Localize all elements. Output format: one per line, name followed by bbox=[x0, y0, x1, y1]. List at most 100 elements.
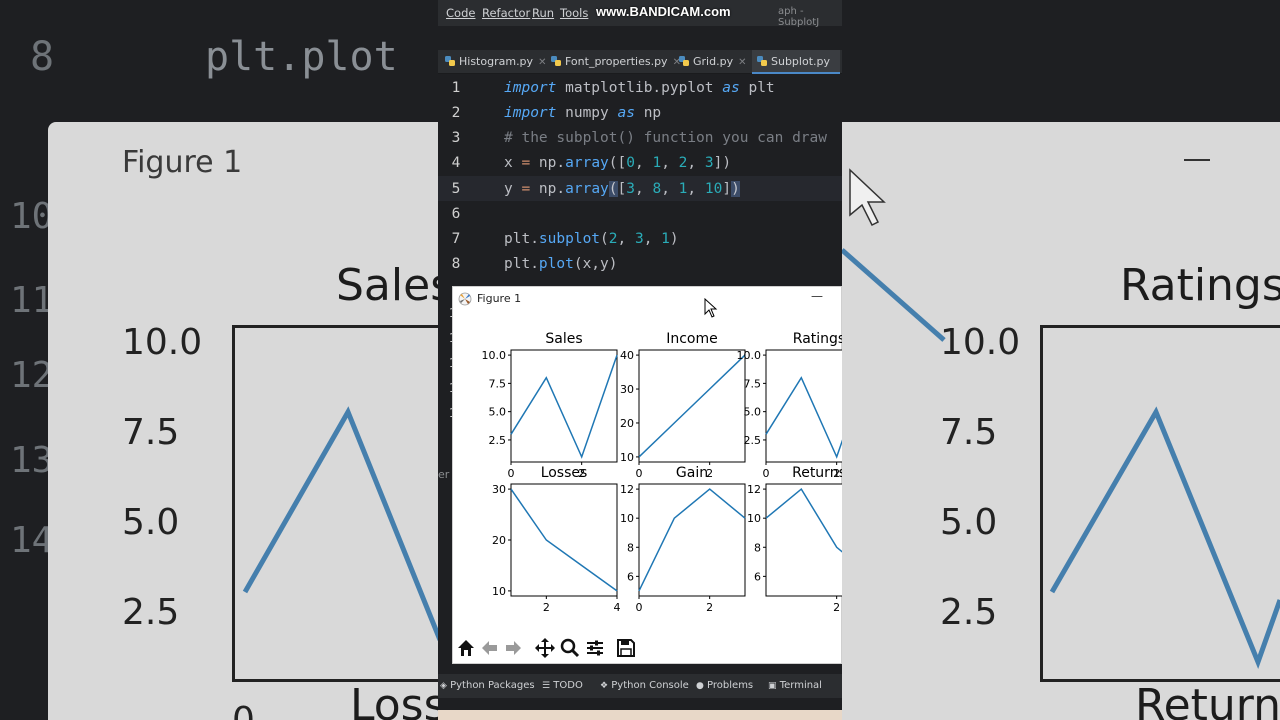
y-tick-label: 10.0 bbox=[482, 349, 507, 362]
line-number: 6 bbox=[451, 206, 461, 222]
y-tick-label: 40 bbox=[620, 349, 634, 362]
y-tick-label: 30 bbox=[492, 483, 506, 496]
todo-tab[interactable]: ☰ TODO bbox=[542, 680, 583, 691]
save-floppy-icon[interactable] bbox=[613, 635, 639, 661]
close-icon[interactable]: ✕ bbox=[738, 57, 746, 68]
line-number: 4 bbox=[451, 155, 461, 171]
line-number: 8 bbox=[451, 256, 461, 272]
y-tick-label: 10 bbox=[747, 512, 761, 525]
menu-code[interactable]: Code bbox=[446, 6, 475, 20]
x-tick-label: 0 bbox=[763, 467, 770, 480]
line-number: 5 bbox=[451, 181, 461, 197]
y-tick-label: 7.5 bbox=[489, 377, 507, 390]
tool-window-label: Problems bbox=[707, 680, 754, 691]
x-tick-label: 0 bbox=[508, 467, 515, 480]
x-tick-label: 2 bbox=[833, 601, 840, 614]
code-line: # the subplot() function you can draw bbox=[504, 130, 828, 146]
menu-run[interactable]: Run bbox=[532, 6, 554, 20]
axes-frame bbox=[638, 483, 746, 597]
tool-window-label: Terminal bbox=[779, 680, 822, 691]
tab-grid[interactable]: Grid.py ✕ bbox=[678, 50, 746, 74]
axes-frame bbox=[510, 349, 618, 463]
tool-window-label: TODO bbox=[553, 680, 583, 691]
configure-subplots-icon[interactable] bbox=[582, 635, 608, 661]
python-file-icon bbox=[679, 56, 689, 66]
tab-label: Grid.py bbox=[693, 55, 734, 68]
terminal-tab[interactable]: ▣ Terminal bbox=[768, 680, 822, 691]
close-icon[interactable]: ✕ bbox=[538, 57, 546, 68]
figure-title-bar: Figure 1 — bbox=[453, 287, 842, 311]
python-file-icon bbox=[757, 56, 767, 66]
y-tick-label: 7.5 bbox=[744, 377, 762, 390]
code-line: plt.plot(x,y) bbox=[504, 256, 618, 272]
y-tick-label: 12 bbox=[747, 483, 761, 496]
figure-title: Figure 1 bbox=[477, 292, 522, 305]
tab-font-properties[interactable]: Font_properties.py ✕ bbox=[550, 50, 681, 74]
code-line: plt.subplot(2, 3, 1) bbox=[504, 231, 679, 247]
x-tick-label: 0 bbox=[636, 601, 643, 614]
y-tick-label: 2.5 bbox=[744, 434, 762, 447]
console-icon: ❖ bbox=[600, 681, 609, 691]
screen: 8 plt.plot 10 11 12 13 14 Figure 1 Sales… bbox=[0, 0, 1280, 720]
axes-frame bbox=[765, 483, 842, 597]
subplot-title: Ratings bbox=[793, 331, 842, 347]
y-tick-label: 8 bbox=[627, 541, 634, 554]
tool-window-label: Python Packages bbox=[450, 680, 535, 691]
code-line: import numpy as np bbox=[504, 105, 662, 121]
subplot-title: Returns bbox=[792, 465, 842, 481]
tab-label: Histogram.py bbox=[459, 55, 534, 68]
y-tick-label: 20 bbox=[492, 534, 506, 547]
window-title-fragment: aph - SubplotJ bbox=[778, 6, 820, 28]
line-number: 2 bbox=[451, 105, 461, 121]
y-tick-label: 5.0 bbox=[744, 406, 762, 419]
y-tick-label: 10.0 bbox=[737, 349, 762, 362]
tab-histogram[interactable]: Histogram.py ✕ bbox=[444, 50, 546, 74]
python-file-icon bbox=[551, 56, 561, 66]
y-tick-label: 10 bbox=[620, 512, 634, 525]
console-fragment: er bbox=[438, 468, 450, 481]
y-tick-label: 10 bbox=[492, 585, 506, 598]
y-tick-label: 30 bbox=[620, 383, 634, 396]
line-number: 7 bbox=[451, 231, 461, 247]
info-icon: ● bbox=[696, 681, 704, 691]
mouse-cursor-icon bbox=[704, 298, 718, 318]
forward-arrow-icon[interactable] bbox=[500, 635, 526, 661]
x-tick-label: 2 bbox=[543, 601, 550, 614]
matplotlib-logo-icon bbox=[458, 292, 472, 306]
figure-window: Figure 1 — Sales 2.5 5.0 7.5 10.0 0 2 Income 10 2… bbox=[452, 286, 842, 664]
list-icon: ☰ bbox=[542, 681, 551, 691]
minimize-button[interactable]: — bbox=[811, 289, 823, 303]
y-tick-label: 20 bbox=[620, 417, 634, 430]
subplot-title: Gain bbox=[676, 465, 708, 481]
code-line: import matplotlib.pyplot as plt bbox=[504, 80, 775, 96]
problems-tab[interactable]: ● Problems bbox=[696, 680, 753, 691]
y-tick-label: 6 bbox=[754, 570, 761, 583]
python-console-tab[interactable]: ❖ Python Console bbox=[600, 680, 689, 691]
tab-label: Subplot.py bbox=[771, 55, 831, 68]
recording-watermark: www.BANDICAM.com bbox=[596, 4, 731, 19]
python-file-icon bbox=[445, 56, 455, 66]
home-icon[interactable] bbox=[453, 635, 479, 661]
tool-window-bar: ◈ Python Packages ☰ TODO ❖ Python Consol… bbox=[438, 674, 842, 698]
layers-icon: ◈ bbox=[440, 681, 447, 691]
ide-window: Code Refactor Run Tools www.BANDICAM.com… bbox=[438, 0, 842, 720]
line-number: 1 bbox=[451, 80, 461, 96]
axes-frame bbox=[765, 349, 842, 463]
subplot-title: Losses bbox=[541, 465, 588, 481]
subplot-canvas: Sales2.55.07.510.00 2Income102030400 2Rati… bbox=[482, 331, 842, 614]
python-packages-tab[interactable]: ◈ Python Packages bbox=[440, 680, 535, 691]
tab-subplot[interactable]: Subplot.py bbox=[752, 50, 841, 74]
subplot-title: Sales bbox=[545, 331, 582, 347]
subplot-title: Income bbox=[666, 331, 718, 347]
menu-tools[interactable]: Tools bbox=[560, 6, 588, 20]
x-tick-label: 0 bbox=[636, 467, 643, 480]
menu-bar: Code Refactor Run Tools www.BANDICAM.com… bbox=[438, 0, 842, 28]
zoom-magnifier-icon[interactable] bbox=[557, 635, 583, 661]
x-tick-label: 4 bbox=[614, 601, 621, 614]
pan-move-icon[interactable] bbox=[532, 635, 558, 661]
taskbar-fragment bbox=[438, 710, 842, 720]
y-tick-label: 2.5 bbox=[489, 434, 507, 447]
y-tick-label: 5.0 bbox=[489, 406, 507, 419]
terminal-icon: ▣ bbox=[768, 681, 777, 691]
menu-refactor[interactable]: Refactor bbox=[482, 6, 530, 20]
